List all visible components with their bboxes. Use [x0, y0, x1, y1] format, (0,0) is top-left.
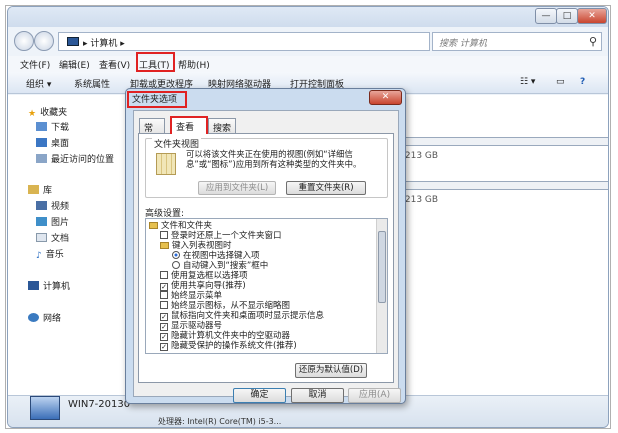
search-input[interactable]: 搜索 计算机 ⚲	[432, 32, 602, 51]
computer-icon	[67, 37, 79, 46]
menu-edit[interactable]: 编辑(E)	[59, 58, 90, 71]
checkbox[interactable]: ✓	[160, 343, 168, 351]
checkbox[interactable]: ✓	[160, 333, 168, 341]
folder-views-description: 可以将该文件夹正在使用的视图(例如“详细信息”或“图标”)应用到所有这种类型的文…	[186, 149, 362, 169]
system-properties-button[interactable]: 系统属性	[74, 77, 110, 90]
menu-file[interactable]: 文件(F)	[20, 58, 50, 71]
checkbox[interactable]: ✓	[160, 283, 168, 291]
preview-pane-icon[interactable]: ▭	[556, 77, 565, 87]
libraries-icon	[28, 185, 39, 194]
computer-icon	[30, 396, 60, 420]
nav-computer[interactable]: 计算机	[28, 279, 70, 292]
folder-views-group: 文件夹视图 可以将该文件夹正在使用的视图(例如“详细信息”或“图标”)应用到所有…	[145, 137, 388, 198]
pictures-icon	[36, 217, 47, 226]
checkbox[interactable]	[160, 271, 168, 279]
minimize-button[interactable]: —	[535, 8, 557, 24]
computer-icon	[28, 281, 39, 290]
advanced-settings-list: 文件和文件夹 登录时还原上一个文件夹窗口 键入列表视图时 在视图中选择键入项 自…	[145, 218, 388, 354]
apply-to-folders-button[interactable]: 应用到文件夹(L)	[198, 181, 276, 195]
folder-icon	[160, 242, 169, 249]
dialog-body: 常规 查看 搜索 文件夹视图 可以将该文件夹正在使用的视图(例如“详细信息”或“…	[133, 110, 401, 403]
tab-search[interactable]: 搜索	[208, 118, 236, 134]
scrollbar-thumb[interactable]	[378, 231, 386, 303]
tree-scrollbar[interactable]	[376, 219, 387, 353]
downloads-icon	[36, 122, 47, 131]
title-bar[interactable]: — □ ✕	[8, 7, 608, 27]
nav-documents[interactable]: 文档	[36, 231, 69, 244]
nav-desktop[interactable]: 桌面	[36, 136, 69, 149]
nav-libraries[interactable]: 库	[28, 183, 52, 196]
restore-defaults-button[interactable]: 还原为默认值(D)	[295, 363, 367, 378]
star-icon: ★	[28, 109, 37, 119]
option-type-into-search[interactable]: 自动键入到“搜索”框中	[172, 261, 268, 271]
organize-button[interactable]: 组织 ▾	[26, 77, 51, 90]
tab-general[interactable]: 常规	[139, 118, 165, 147]
nav-videos[interactable]: 视频	[36, 199, 69, 212]
option-show-popup-info[interactable]: ✓ 鼠标指向文件夹和桌面项时显示提示信息	[160, 311, 324, 321]
address-bar[interactable]: ▸ 计算机 ▸ ⁴ᐩ	[58, 32, 469, 51]
option-select-typed-item[interactable]: 在视图中选择键入项	[172, 251, 260, 261]
tab-view[interactable]: 查看	[170, 116, 208, 134]
nav-pictures[interactable]: 图片	[36, 215, 69, 228]
reset-folders-button[interactable]: 重置文件夹(R)	[286, 181, 366, 195]
forward-button[interactable]	[34, 31, 54, 51]
dialog-title: 文件夹选项	[132, 95, 178, 105]
help-icon[interactable]: ?	[580, 77, 585, 87]
checkbox[interactable]	[160, 291, 168, 299]
nav-network[interactable]: 网络	[28, 311, 61, 324]
checkbox[interactable]	[160, 231, 168, 239]
address-path: ▸ 计算机 ▸	[83, 39, 125, 49]
desktop-icon	[36, 138, 47, 147]
address-row: ▸ 计算机 ▸ ⁴ᐩ 搜索 计算机 ⚲	[8, 29, 608, 55]
nav-favorites[interactable]: ★ 收藏夹	[28, 105, 67, 119]
option-always-show-icons[interactable]: 始终显示图标，从不显示缩略图	[160, 301, 290, 311]
maximize-button[interactable]: □	[556, 8, 578, 24]
checkbox[interactable]: ✓	[160, 313, 168, 321]
menu-help[interactable]: 帮助(H)	[178, 58, 210, 71]
folder-view-icon	[156, 153, 176, 175]
nav-music[interactable]: ♪ 音乐	[36, 247, 64, 261]
dialog-close-button[interactable]: ✕	[369, 90, 402, 105]
menu-bar: 文件(F) 编辑(E) 查看(V) 工具(T) 帮助(H)	[8, 52, 608, 72]
checkbox[interactable]: ✓	[160, 323, 168, 331]
search-icon[interactable]: ⚲	[589, 35, 597, 48]
folder-options-dialog: 文件夹选项 ✕ 常规 查看 搜索 文件夹视图 可以将该文件夹正在使用的视图(例如…	[125, 88, 406, 404]
option-show-drive-letters[interactable]: ✓ 显示驱动器号	[160, 321, 222, 331]
view-options-icon[interactable]: ☷ ▾	[520, 77, 535, 87]
ok-button[interactable]: 确定	[233, 388, 286, 403]
nav-recent[interactable]: 最近访问的位置	[36, 152, 114, 165]
option-always-show-menus[interactable]: 始终显示菜单	[160, 291, 222, 301]
option-use-checkboxes[interactable]: 使用复选框以选择项	[160, 271, 248, 281]
radio-button[interactable]	[172, 261, 180, 269]
videos-icon	[36, 201, 47, 210]
menu-view[interactable]: 查看(V)	[99, 58, 130, 71]
recent-places-icon	[36, 154, 47, 163]
back-button[interactable]	[14, 31, 34, 51]
search-placeholder: 搜索 计算机	[439, 39, 487, 49]
network-icon	[28, 313, 39, 322]
tree-folder-files-and-folders[interactable]: 文件和文件夹	[149, 221, 212, 231]
documents-icon	[36, 233, 47, 242]
processor-info: 处理器: Intel(R) Core(TM) i5-3...	[158, 417, 282, 426]
tree-folder-typing[interactable]: 键入列表视图时	[160, 241, 232, 251]
computer-name: WIN7-20130	[68, 399, 131, 410]
navigation-pane: ★ 收藏夹 下载 桌面 最近访问的位置 库 视频 图片 文档 ♪ 音乐 计算机 网络	[8, 95, 130, 395]
music-icon: ♪	[36, 251, 42, 261]
option-sharing-wizard[interactable]: ✓ 使用共享向导(推荐)	[160, 281, 246, 291]
nav-downloads[interactable]: 下载	[36, 120, 69, 133]
apply-button[interactable]: 应用(A)	[348, 388, 401, 403]
checkbox[interactable]	[160, 301, 168, 309]
folder-icon	[149, 222, 158, 229]
drive-usage-bar	[393, 181, 608, 190]
option-hide-protected-files[interactable]: ✓ 隐藏受保护的操作系统文件(推荐)	[160, 341, 297, 351]
highlight-box	[136, 52, 175, 72]
option-restore-windows[interactable]: 登录时还原上一个文件夹窗口	[160, 231, 282, 241]
drive-usage-bar	[393, 137, 608, 146]
radio-button[interactable]	[172, 251, 180, 259]
view-tab-panel: 文件夹视图 可以将该文件夹正在使用的视图(例如“详细信息”或“图标”)应用到所有…	[138, 133, 394, 383]
close-button[interactable]: ✕	[577, 8, 607, 24]
option-hide-empty-drives[interactable]: ✓ 隐藏计算机文件夹中的空驱动器	[160, 331, 290, 341]
cancel-button[interactable]: 取消	[291, 388, 344, 403]
